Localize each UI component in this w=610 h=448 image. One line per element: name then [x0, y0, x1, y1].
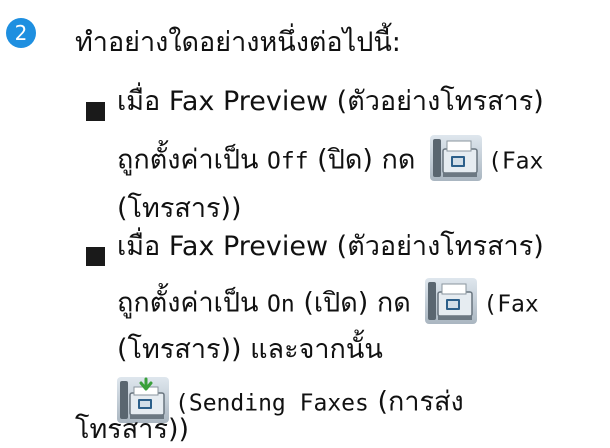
- item-2-setting-value: On: [267, 291, 295, 318]
- step-number-badge: 2: [6, 18, 36, 48]
- fax-button-icon: [425, 278, 478, 324]
- item-2-button-label: (Fax: [483, 291, 539, 318]
- item-2-sending-code: (Sending Faxes: [175, 390, 369, 417]
- bullet-marker: [86, 102, 105, 121]
- item-1-condition: เมื่อ Fax Preview (ตัวอย่างโทรสาร): [117, 86, 544, 117]
- fax-button-icon: [429, 135, 482, 181]
- step-intro: ทำอย่างใดอย่างหนึ่งต่อไปนี้:: [75, 27, 401, 58]
- item-2-condition: เมื่อ Fax Preview (ตัวอย่างโทรสาร): [117, 231, 544, 262]
- item-2-sending-text-cont: โทรสาร)): [75, 414, 190, 445]
- item-1-setting-value: Off: [267, 148, 309, 175]
- bullet-marker: [86, 247, 105, 266]
- item-2-sending-text: (การส่ง: [368, 386, 464, 418]
- item-1-button-label-cont: (โทรสาร)): [117, 193, 242, 224]
- item-2-button-label-cont: (โทรสาร)) และจากนั้น: [117, 334, 383, 365]
- item-1-setting-prefix: ถูกตั้งค่าเป็น: [117, 144, 268, 176]
- item-1-setting-suffix: (ปิด) กด: [308, 144, 424, 176]
- item-2-setting-suffix: (เปิด) กด: [294, 287, 420, 319]
- item-2-setting-line: ถูกตั้งค่าเป็น On (เปิด) กด (Fax: [117, 278, 539, 327]
- item-2-setting-prefix: ถูกตั้งค่าเป็น: [117, 287, 268, 319]
- item-1-button-label: (Fax: [487, 148, 544, 175]
- item-1-setting-line: ถูกตั้งค่าเป็น Off (ปิด) กด (Fax: [117, 135, 544, 184]
